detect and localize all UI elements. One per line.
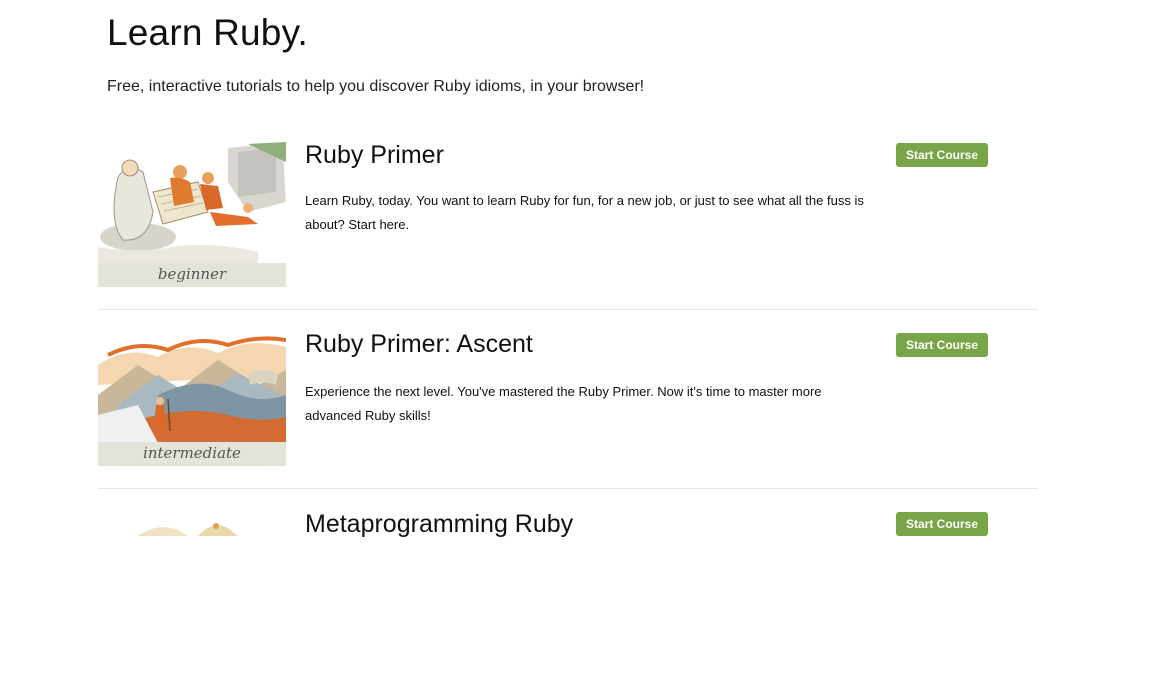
page-subtitle: Free, interactive tutorials to help you … [107,78,645,95]
mountain-climbing-monk-illustration [98,335,286,443]
course-description: Experience the next level. You've master… [305,384,822,423]
start-course-button[interactable]: Start Course [896,333,988,357]
course-title[interactable]: Metaprogramming Ruby [305,510,573,539]
course-thumbnail[interactable]: beginner [98,142,286,287]
page-title: Learn Ruby. [107,12,309,53]
start-course-button[interactable]: Start Course [896,512,988,536]
monk-reading-scroll-illustration [98,142,286,263]
divider [98,309,1038,310]
course-card-ruby-primer: beginner Ruby Primer Learn Ruby, today. … [98,141,1038,312]
course-illustration [98,516,286,536]
start-course-button[interactable]: Start Course [896,143,988,167]
course-title[interactable]: Ruby Primer [305,141,444,170]
course-card-metaprogramming-ruby: Metaprogramming Ruby Start Course [98,510,1038,682]
course-card-ruby-primer-ascent: intermediate Ruby Primer: Ascent Experie… [98,330,1038,503]
level-badge: intermediate [98,442,286,466]
level-badge: beginner [98,263,286,287]
course-thumbnail[interactable] [98,512,286,657]
course-thumbnail[interactable]: intermediate [98,333,286,478]
divider [98,488,1038,489]
course-title[interactable]: Ruby Primer: Ascent [305,330,533,359]
course-description: Learn Ruby, today. You want to learn Rub… [305,193,864,232]
